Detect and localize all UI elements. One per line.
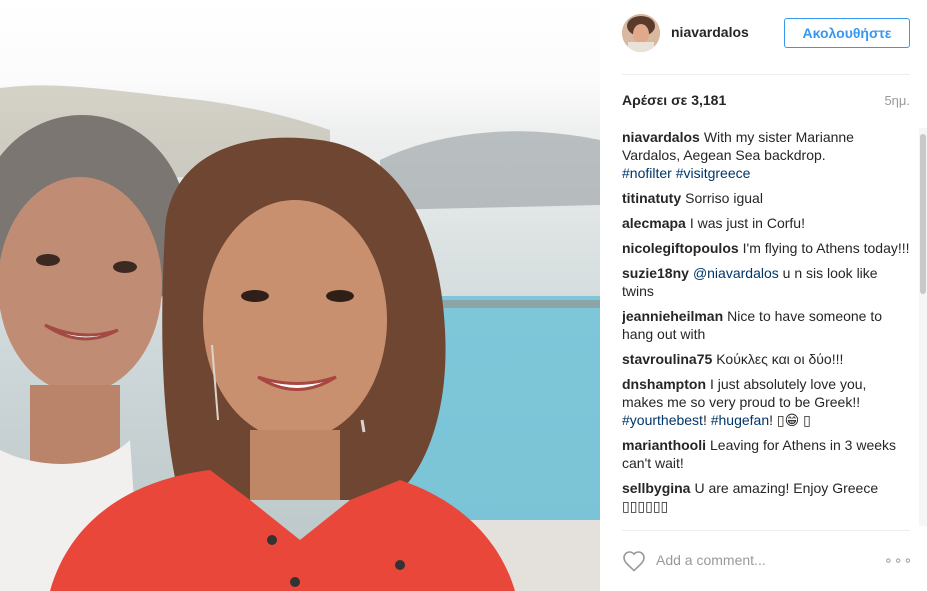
comment-item: niavardalos With my sister Marianne Varda…: [622, 128, 910, 182]
hashtag-link[interactable]: #visitgreece: [676, 165, 751, 181]
comment-username[interactable]: sellbygina: [622, 480, 690, 496]
comment-text: I was just in Corfu!: [689, 215, 805, 231]
comment-item: sellbygina U are amazing! Enjoy Greece ▯▯…: [622, 479, 910, 515]
shirt-button-1: [267, 535, 277, 545]
avatar[interactable]: [622, 14, 660, 52]
hashtag-link[interactable]: #yourthebest: [622, 412, 703, 428]
comment-username[interactable]: dnshampton: [622, 376, 706, 392]
eye-right-2: [326, 290, 354, 302]
neck-left: [30, 385, 120, 465]
post-photo[interactable]: [0, 0, 600, 591]
likes-label: Αρέσει σε: [622, 92, 688, 108]
face-right: [203, 200, 387, 440]
comment-username[interactable]: marianthooli: [622, 437, 706, 453]
comment-item: nicolegiftopoulos I'm flying to Athens to…: [622, 239, 910, 257]
comment-username[interactable]: niavardalos: [622, 129, 700, 145]
shirt-button-2: [395, 560, 405, 570]
mention-link[interactable]: @niavardalos: [693, 265, 779, 281]
header-username[interactable]: niavardalos: [671, 24, 749, 40]
hashtag-link[interactable]: #nofilter: [622, 165, 672, 181]
comment-bar: ∘∘∘: [600, 531, 927, 591]
comment-item: suzie18ny @niavardalos u n sis look like …: [622, 264, 910, 300]
comment-item: titinatuty Sorriso igual: [622, 189, 910, 207]
face-left: [0, 177, 162, 393]
comment-username[interactable]: alecmapa: [622, 215, 686, 231]
avatar-image: [622, 14, 660, 52]
comment-item: dnshampton I just absolutely love you, ma…: [622, 376, 867, 428]
comment-item: jeannieheilman Nice to have someone to ha…: [622, 307, 910, 343]
comment-emoji: ! ▯😁 ▯: [769, 412, 811, 428]
post-panel: niavardalos Ακολουθήστε Αρέσει σε 3,181 …: [600, 0, 927, 591]
post-header: niavardalos Ακολουθήστε: [600, 0, 927, 75]
earring-right: [360, 419, 366, 433]
comment-item: stavroulina75 Κούκλες και οι δύο!!!: [622, 350, 910, 368]
comment-username[interactable]: nicolegiftopoulos: [622, 240, 739, 256]
post-time[interactable]: 5ημ.: [884, 93, 910, 108]
likes-row: Αρέσει σε 3,181 5ημ.: [622, 92, 910, 112]
comment-text: Sorriso igual: [685, 190, 763, 206]
pool-edge: [430, 300, 600, 308]
comment-text: I'm flying to Athens today!!!: [742, 240, 910, 256]
comment-username[interactable]: stavroulina75: [622, 351, 712, 367]
comment-item: marianthooli Leaving for Athens in 3 week…: [622, 436, 910, 472]
add-comment-input[interactable]: [656, 548, 866, 572]
more-options-icon[interactable]: ∘∘∘: [884, 553, 912, 567]
comment-item: alecmapa I was just in Corfu!: [622, 214, 910, 232]
comment-scrollbar[interactable]: [919, 128, 927, 526]
hill-right: [380, 131, 600, 210]
comment-username[interactable]: titinatuty: [622, 190, 681, 206]
heart-icon[interactable]: [622, 550, 646, 572]
likes-summary[interactable]: Αρέσει σε 3,181: [622, 92, 726, 108]
likes-count: 3,181: [691, 92, 727, 108]
follow-button[interactable]: Ακολουθήστε: [784, 18, 910, 48]
comment-username[interactable]: suzie18ny: [622, 265, 689, 281]
header-divider: [622, 74, 910, 75]
hashtag-link[interactable]: #hugefan: [711, 412, 769, 428]
shirt-button-3: [290, 577, 300, 587]
comment-list[interactable]: niavardalos With my sister Marianne Varda…: [622, 128, 910, 526]
comment-text: Κούκλες και οι δύο!!!: [716, 351, 844, 367]
eye-left-2: [113, 261, 137, 273]
photo-illustration: [0, 85, 600, 591]
eye-right-1: [241, 290, 269, 302]
eye-left-1: [36, 254, 60, 266]
comment-username[interactable]: jeannieheilman: [622, 308, 723, 324]
neck-right: [250, 430, 340, 500]
scrollbar-thumb[interactable]: [920, 134, 926, 294]
